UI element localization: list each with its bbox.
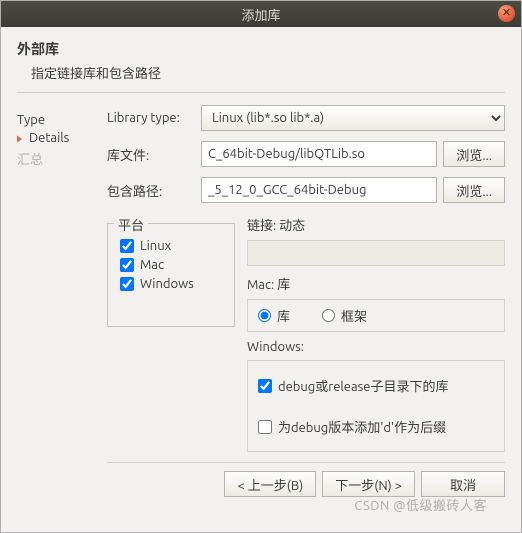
browse-library-button[interactable]: 浏览... [443,141,505,167]
platform-mac-label: Mac [140,258,164,272]
nav-step-type: Type [17,113,91,127]
titlebar: 添加库 ✕ [1,1,521,27]
platform-windows-label: Windows [140,277,194,291]
mac-lib-input[interactable] [258,309,271,322]
nav-step-summary: 汇总 [17,149,91,168]
windows-d-suffix-checkbox[interactable]: 为debug版本添加'd'作为后缀 [258,417,494,436]
windows-label: Windows: [247,340,505,354]
body-row: Type Details 汇总 Library type: Linux (lib… [17,105,505,524]
windows-d-suffix-input[interactable] [258,420,272,434]
window-title: 添加库 [241,5,280,24]
wizard-nav: Type Details 汇总 [17,105,91,524]
library-type-label: Library type: [107,111,193,125]
back-button[interactable]: < 上一步(B) [224,471,316,497]
platform-column: 平台 Linux Mac Windows [107,213,235,452]
platform-linux-input[interactable] [120,239,134,253]
button-footer: < 上一步(B) 下一步(N) > 取消 [107,471,505,503]
include-path-input[interactable] [201,177,437,203]
link-label: 链接: 动态 [247,215,505,234]
windows-debug-subdir-label: debug或release子目录下的库 [278,376,448,395]
dialog-window: 添加库 ✕ 外部库 指定链接库和包含路径 Type Details 汇总 Lib… [0,0,522,533]
platform-groupbox: 平台 Linux Mac Windows [107,223,235,327]
lower-area: 平台 Linux Mac Windows [107,213,505,452]
row-library-type: Library type: Linux (lib*.so lib*.a) [107,105,505,131]
windows-debug-subdir-input[interactable] [258,379,272,393]
mac-framework-label: 框架 [341,306,367,325]
windows-groupbox: debug或release子目录下的库 为debug版本添加'd'作为后缀 [247,360,505,452]
dialog-content: 外部库 指定链接库和包含路径 Type Details 汇总 Library t… [1,27,521,532]
separator [17,92,505,93]
library-file-input[interactable] [201,141,437,167]
page-subheading: 指定链接库和包含路径 [31,63,505,82]
library-file-label: 库文件: [107,145,193,164]
nav-step-details: Details [17,131,91,145]
windows-d-suffix-label: 为debug版本添加'd'作为后缀 [278,417,446,436]
platform-linux-label: Linux [140,239,171,253]
include-path-label: 包含路径: [107,181,193,200]
windows-debug-subdir-checkbox[interactable]: debug或release子目录下的库 [258,376,494,395]
platform-mac-checkbox[interactable]: Mac [120,258,222,272]
form-area: Library type: Linux (lib*.so lib*.a) 库文件… [107,105,505,524]
platform-linux-checkbox[interactable]: Linux [120,239,222,253]
library-type-combo[interactable]: Linux (lib*.so lib*.a) [201,105,505,131]
mac-radio-group: 库 框架 [247,299,505,332]
close-icon[interactable]: ✕ [498,5,515,22]
link-readonly-box [247,240,505,266]
mac-lib-radio[interactable]: 库 [258,306,290,325]
cancel-button[interactable]: 取消 [421,471,505,497]
mac-lib-label: 库 [277,306,290,325]
platform-mac-input[interactable] [120,258,134,272]
next-button[interactable]: 下一步(N) > [322,471,415,497]
mac-framework-radio[interactable]: 框架 [322,306,367,325]
mac-framework-input[interactable] [322,309,335,322]
footer-separator [107,462,505,463]
row-include-path: 包含路径: 浏览... [107,177,505,203]
page-heading: 外部库 [17,39,505,59]
browse-include-button[interactable]: 浏览... [443,177,505,203]
row-library-file: 库文件: 浏览... [107,141,505,167]
platform-windows-checkbox[interactable]: Windows [120,277,222,291]
platform-windows-input[interactable] [120,277,134,291]
platform-title: 平台 [114,215,148,234]
right-column: 链接: 动态 Mac: 库 库 框架 [247,213,505,452]
mac-label: Mac: 库 [247,274,505,293]
